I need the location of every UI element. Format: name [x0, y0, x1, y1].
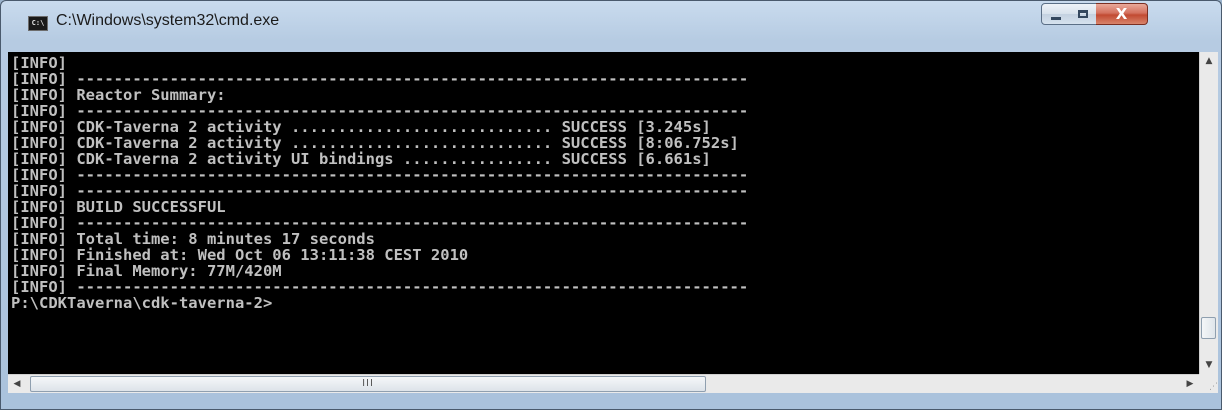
cmd-icon[interactable]: C:\ [28, 16, 48, 31]
close-icon: X [1115, 4, 1128, 23]
console-output[interactable]: [INFO] [INFO] --------------------------… [8, 52, 1199, 374]
horizontal-scroll-thumb[interactable]: III [30, 376, 706, 392]
console-line: P:\CDKTaverna\cdk-taverna-2> [11, 294, 273, 312]
scroll-right-arrow-icon[interactable]: ▶ [1181, 375, 1199, 393]
maximize-button[interactable] [1069, 3, 1097, 25]
title-bar[interactable]: C:\ C:\Windows\system32\cmd.exe X [1, 1, 1221, 53]
close-button[interactable]: X [1096, 3, 1148, 25]
scroll-down-arrow-icon[interactable]: ▼ [1200, 356, 1218, 374]
scroll-left-arrow-icon[interactable]: ◀ [8, 375, 26, 393]
scroll-up-arrow-icon[interactable]: ▲ [1200, 52, 1218, 70]
minimize-button[interactable] [1041, 3, 1070, 25]
resize-grip-icon[interactable]: ⋰ [1199, 374, 1218, 393]
console-text: [INFO] [INFO] --------------------------… [8, 52, 1199, 311]
maximize-icon [1077, 10, 1088, 18]
cmd-window: C:\ C:\Windows\system32\cmd.exe X [INFO]… [0, 0, 1222, 410]
horizontal-scrollbar[interactable]: ◀ III ▶ [8, 374, 1199, 393]
vertical-scroll-thumb[interactable] [1201, 317, 1216, 339]
vertical-scrollbar[interactable]: ▲ ▼ [1199, 52, 1218, 374]
minimize-icon [1050, 16, 1061, 20]
window-title: C:\Windows\system32\cmd.exe [56, 12, 280, 29]
